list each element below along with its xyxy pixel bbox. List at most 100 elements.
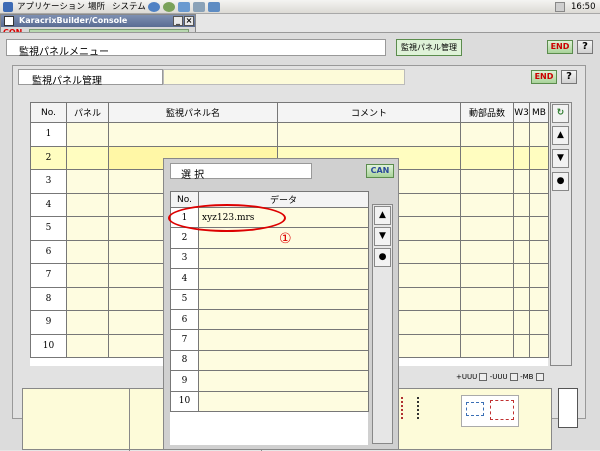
console-titlebar[interactable]: KaracrixBuilder/Console _ × bbox=[1, 15, 195, 27]
cell[interactable] bbox=[529, 122, 549, 147]
search-icon[interactable] bbox=[208, 2, 220, 12]
cell[interactable] bbox=[66, 169, 109, 194]
network-icon[interactable] bbox=[178, 2, 190, 12]
cell[interactable] bbox=[513, 310, 530, 335]
cell[interactable] bbox=[513, 286, 530, 311]
cell[interactable] bbox=[460, 263, 514, 288]
preview-thumbnail[interactable] bbox=[461, 395, 519, 427]
browser-icon[interactable] bbox=[148, 2, 160, 12]
cancel-button[interactable]: CAN bbox=[366, 164, 394, 178]
places-menu[interactable]: 場所 bbox=[88, 0, 105, 14]
file-row[interactable]: 3 bbox=[170, 247, 369, 270]
dialog-title-box: 選 択 bbox=[170, 163, 312, 181]
file-name[interactable] bbox=[198, 288, 369, 310]
cell[interactable] bbox=[66, 310, 109, 335]
help-button[interactable]: ? bbox=[577, 40, 593, 54]
col-no: No. bbox=[170, 191, 199, 208]
file-row[interactable]: 6 bbox=[170, 308, 369, 331]
cell[interactable] bbox=[529, 169, 549, 194]
file-name[interactable] bbox=[198, 247, 369, 270]
cell[interactable] bbox=[66, 122, 109, 147]
minus-uuu-toggle[interactable] bbox=[509, 373, 518, 381]
cell[interactable] bbox=[513, 263, 530, 288]
cell[interactable] bbox=[460, 239, 514, 264]
file-name[interactable] bbox=[198, 268, 369, 290]
cell[interactable] bbox=[66, 145, 109, 170]
cell[interactable] bbox=[460, 310, 514, 335]
terminal-icon[interactable] bbox=[193, 2, 205, 12]
close-icon[interactable]: × bbox=[184, 16, 194, 26]
dialog-scroll-up-button[interactable]: ▲ bbox=[374, 206, 391, 225]
cell[interactable] bbox=[513, 192, 530, 217]
cell[interactable] bbox=[529, 145, 549, 170]
row-number: 3 bbox=[30, 169, 67, 194]
cell[interactable] bbox=[66, 263, 109, 288]
cell[interactable] bbox=[529, 216, 549, 241]
cell[interactable] bbox=[66, 286, 109, 311]
file-row[interactable]: 8 bbox=[170, 349, 369, 372]
cell[interactable] bbox=[513, 239, 530, 264]
cell[interactable] bbox=[66, 216, 109, 241]
dialog-scroll-down-button[interactable]: ▼ bbox=[374, 227, 391, 246]
volume-icon[interactable] bbox=[555, 2, 565, 12]
clock[interactable]: 16:50 bbox=[571, 0, 596, 14]
minus-mb-toggle[interactable] bbox=[535, 373, 544, 381]
cell[interactable] bbox=[277, 122, 461, 147]
table-row[interactable]: 1 bbox=[30, 122, 549, 147]
cell[interactable] bbox=[529, 286, 549, 311]
panel-end-button[interactable]: END bbox=[531, 70, 557, 84]
file-name[interactable] bbox=[198, 308, 369, 331]
cell[interactable] bbox=[460, 286, 514, 311]
file-name[interactable] bbox=[198, 349, 369, 372]
cell[interactable] bbox=[513, 145, 530, 170]
cell[interactable] bbox=[529, 333, 549, 358]
cell[interactable] bbox=[513, 122, 530, 147]
menu-foot-icon[interactable] bbox=[3, 2, 13, 12]
cell[interactable] bbox=[460, 145, 514, 170]
mail-icon[interactable] bbox=[163, 2, 175, 12]
panel-title-filler bbox=[163, 69, 405, 85]
file-name[interactable] bbox=[198, 329, 369, 351]
applications-menu[interactable]: アプリケーション bbox=[17, 0, 85, 14]
cell[interactable] bbox=[460, 192, 514, 217]
cell[interactable] bbox=[529, 192, 549, 217]
cell[interactable] bbox=[460, 333, 514, 358]
file-name[interactable] bbox=[198, 370, 369, 392]
highlight-ellipse bbox=[168, 204, 286, 232]
file-row[interactable]: 10 bbox=[170, 390, 369, 412]
file-row[interactable]: 5 bbox=[170, 288, 369, 310]
minimize-icon[interactable]: _ bbox=[173, 16, 183, 26]
cell[interactable] bbox=[66, 333, 109, 358]
cell[interactable] bbox=[513, 216, 530, 241]
cell[interactable] bbox=[66, 192, 109, 217]
file-row[interactable]: 7 bbox=[170, 329, 369, 351]
panel-scroll-column: ↻ ▲ ▼ ● bbox=[550, 102, 572, 366]
file-row[interactable]: 4 bbox=[170, 268, 369, 290]
dialog-scroll-home-button[interactable]: ● bbox=[374, 248, 391, 267]
footer-plus-uuu: +UUU bbox=[456, 373, 478, 381]
system-menu[interactable]: システム bbox=[112, 0, 146, 14]
cell[interactable] bbox=[460, 122, 514, 147]
panel-help-button[interactable]: ? bbox=[561, 70, 577, 84]
scroll-down-button[interactable]: ▼ bbox=[552, 149, 569, 168]
panel-title-box: 監視パネル管理 bbox=[18, 69, 163, 87]
scroll-up-button[interactable]: ▲ bbox=[552, 126, 569, 145]
cell[interactable] bbox=[513, 169, 530, 194]
cell[interactable] bbox=[460, 216, 514, 241]
refresh-icon[interactable]: ↻ bbox=[552, 104, 569, 123]
cell[interactable] bbox=[513, 333, 530, 358]
footer-minus-uuu: -UUU bbox=[489, 373, 508, 381]
cell[interactable] bbox=[460, 169, 514, 194]
file-row[interactable]: 2 bbox=[170, 227, 369, 249]
file-name[interactable] bbox=[198, 390, 369, 412]
panel-title: 監視パネル管理 bbox=[32, 76, 102, 87]
file-row[interactable]: 9 bbox=[170, 370, 369, 392]
plus-uuu-toggle[interactable] bbox=[479, 373, 488, 381]
scroll-home-button[interactable]: ● bbox=[552, 172, 569, 191]
end-button[interactable]: END bbox=[547, 40, 573, 54]
cell[interactable] bbox=[529, 239, 549, 264]
cell[interactable] bbox=[529, 310, 549, 335]
cell[interactable] bbox=[66, 239, 109, 264]
cell[interactable] bbox=[529, 263, 549, 288]
cell[interactable] bbox=[108, 122, 278, 147]
